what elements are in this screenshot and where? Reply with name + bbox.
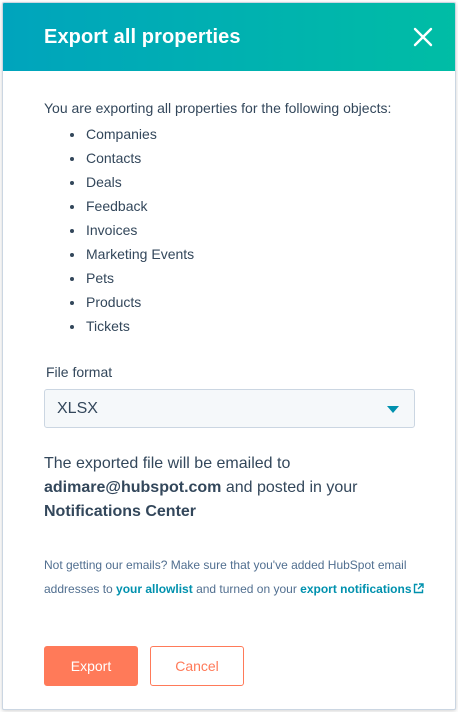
allowlist-link[interactable]: your allowlist: [116, 582, 193, 596]
dialog-header: Export all properties: [3, 3, 455, 71]
object-list-item: Feedback: [67, 194, 194, 218]
object-list-item: Deals: [67, 170, 194, 194]
notice-text-2: and posted in your: [221, 479, 358, 496]
dialog-title: Export all properties: [44, 26, 241, 48]
export-button[interactable]: Export: [44, 646, 138, 686]
intro-text: You are exporting all properties for the…: [44, 100, 392, 116]
caret-down-icon: [387, 406, 399, 413]
object-list-item: Marketing Events: [67, 242, 194, 266]
export-notifications-link[interactable]: export notifications: [300, 582, 424, 596]
notice-text-1: The exported file will be emailed to: [44, 455, 291, 472]
object-list-item: Invoices: [67, 218, 194, 242]
object-list-item: Contacts: [67, 146, 194, 170]
notice-email: adimare@hubspot.com: [44, 479, 222, 496]
help-text: Not getting our emails? Make sure that y…: [44, 553, 424, 601]
notice-center: Notifications Center: [44, 503, 197, 520]
close-icon: [413, 27, 433, 47]
help-text-2: and turned on your: [192, 582, 301, 596]
export-notifications-label: export notifications: [300, 582, 412, 596]
export-dialog: Export all properties You are exporting …: [2, 2, 456, 710]
object-list: Companies Contacts Deals Feedback Invoices Ma…: [67, 122, 194, 338]
object-list-item: Pets: [67, 266, 194, 290]
file-format-value: XLSX: [57, 400, 98, 417]
external-link-icon: [413, 583, 424, 594]
close-button[interactable]: [413, 27, 433, 47]
object-list-item: Companies: [67, 122, 194, 146]
export-notice: The exported file will be emailed to adi…: [44, 452, 424, 524]
file-format-select[interactable]: XLSX: [44, 389, 415, 428]
file-format-label: File format: [46, 364, 113, 380]
cancel-button[interactable]: Cancel: [150, 646, 244, 686]
object-list-item: Products: [67, 290, 194, 314]
object-list-item: Tickets: [67, 314, 194, 338]
